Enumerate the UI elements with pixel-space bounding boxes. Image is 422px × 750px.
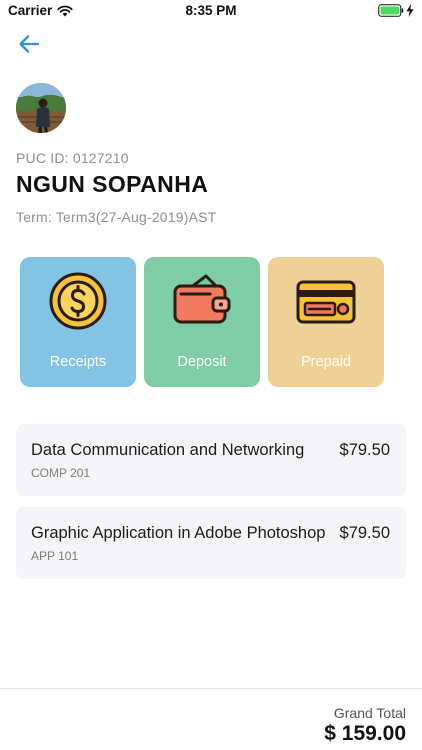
receipts-tile[interactable]: Receipts [20,257,136,387]
course-title: Data Communication and Networking [31,441,305,459]
receipts-label: Receipts [49,354,107,370]
charging-icon [406,4,414,17]
student-id: PUC ID: 0127210 [16,150,129,166]
status-bar: Carrier 8:35 PM [0,0,422,22]
battery-icon [378,4,404,17]
grand-total-label: Grand Total [333,705,406,721]
coin-icon [49,272,107,330]
term-label: Term: Term3(27-Aug-2019)AST [16,209,217,225]
course-code: APP 101 [31,549,79,563]
course-item[interactable]: Graphic Application in Adobe Photoshop $… [16,507,406,579]
course-price: $79.50 [339,524,390,542]
deposit-label: Deposit [177,354,227,370]
course-price: $79.50 [339,441,390,459]
status-time: 8:35 PM [185,3,237,18]
course-item[interactable]: Data Communication and Networking $79.50… [16,424,406,496]
prepaid-label: Prepaid [301,354,351,370]
grand-total-amount: $ 159.00 [324,722,406,745]
arrow-left-icon [19,35,40,53]
avatar-photo [16,83,66,133]
wallet-icon [173,274,231,324]
student-name: NGUN SOPANHA [16,171,209,197]
course-code: COMP 201 [31,466,91,480]
course-title: Graphic Application in Adobe Photoshop [31,524,326,542]
deposit-tile[interactable]: Deposit [144,257,260,387]
credit-card-icon [296,280,356,324]
prepaid-tile[interactable]: Prepaid [268,257,384,387]
back-button[interactable] [14,30,44,58]
avatar [16,83,66,133]
battery-indicator [378,4,414,17]
footer-divider [0,688,422,689]
